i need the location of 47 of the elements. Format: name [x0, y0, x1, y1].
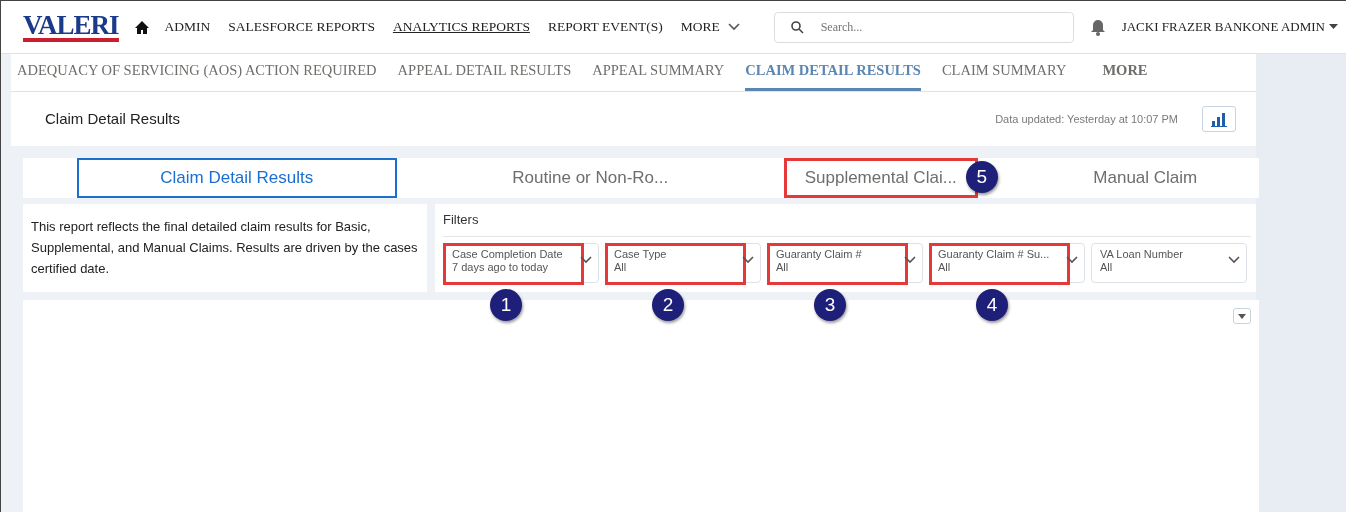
bell-icon[interactable]: [1089, 18, 1106, 36]
callout-number: 3: [814, 288, 846, 321]
search-field[interactable]: Search...: [773, 11, 1074, 43]
filter-value: All: [776, 260, 790, 274]
filter-label: Case Type: [614, 247, 668, 261]
dashboard-tab[interactable]: Claim Detail Results: [76, 158, 397, 198]
chevron-icon: [904, 255, 916, 264]
callout-number: 4: [976, 288, 1008, 321]
user-menu[interactable]: JACKI FRAZER BANKONE ADMIN: [1121, 17, 1325, 37]
home-icon[interactable]: [134, 20, 149, 34]
report-tab[interactable]: ADEQUACY OF SERVICING (AOS) ACTION REQUIRED: [17, 54, 377, 91]
filter-label: Case Completion Date: [452, 247, 564, 261]
chart-button[interactable]: [1202, 106, 1236, 132]
chevron-icon: [580, 255, 592, 264]
caret-icon[interactable]: [1329, 24, 1338, 30]
filters-heading: Filters: [443, 210, 1251, 237]
filter-value: All: [938, 260, 952, 274]
bar-chart-icon: [1211, 111, 1227, 127]
report-tab[interactable]: CLAIM SUMMARY: [941, 54, 1067, 91]
logo[interactable]: VALERI: [23, 12, 119, 42]
caret-icon: [1238, 313, 1246, 319]
filter-dropdown[interactable]: VA Loan Number All: [1091, 242, 1247, 283]
report-tab[interactable]: APPEAL DETAIL RESULTS: [397, 54, 572, 91]
nav-link[interactable]: SALESFORCE REPORTS: [228, 16, 375, 38]
filter-value: 7 days ago to today: [452, 260, 549, 274]
nav-link[interactable]: ADMIN: [164, 16, 211, 38]
chevron-icon: [742, 255, 754, 264]
report-title: Claim Detail Results: [45, 108, 181, 129]
data-updated-text: Data updated: Yesterday at 10:07 PM: [995, 111, 1178, 127]
report-tab[interactable]: APPEAL SUMMARY: [592, 54, 725, 91]
more-menu[interactable]: MORE: [680, 16, 740, 38]
callout-number: 2: [652, 288, 684, 321]
dropdown-button[interactable]: [1233, 308, 1251, 324]
more-tab[interactable]: MORE: [1102, 54, 1148, 91]
chevron-icon: [727, 23, 740, 31]
nav-link[interactable]: ANALYTICS REPORTS: [392, 16, 530, 38]
filter-label: Guaranty Claim # Su...: [938, 247, 1051, 261]
dashboard-tab[interactable]: Supplemental Clai...: [783, 158, 978, 198]
filter-value: All: [1100, 260, 1114, 274]
chevron-icon: [1228, 255, 1240, 264]
chevron-icon: [1066, 255, 1078, 264]
callout-number: 1: [490, 288, 522, 321]
filter-value: All: [614, 260, 628, 274]
filter-label: Guaranty Claim #: [776, 247, 863, 261]
report-description: This report reflects the final detailed claim results for Basic, Supplemental, and Manual Claims. Results are driven by the cases certified date.: [23, 204, 427, 292]
filter-label: VA Loan Number: [1100, 247, 1184, 261]
nav-link[interactable]: REPORT EVENT(S): [547, 16, 663, 38]
